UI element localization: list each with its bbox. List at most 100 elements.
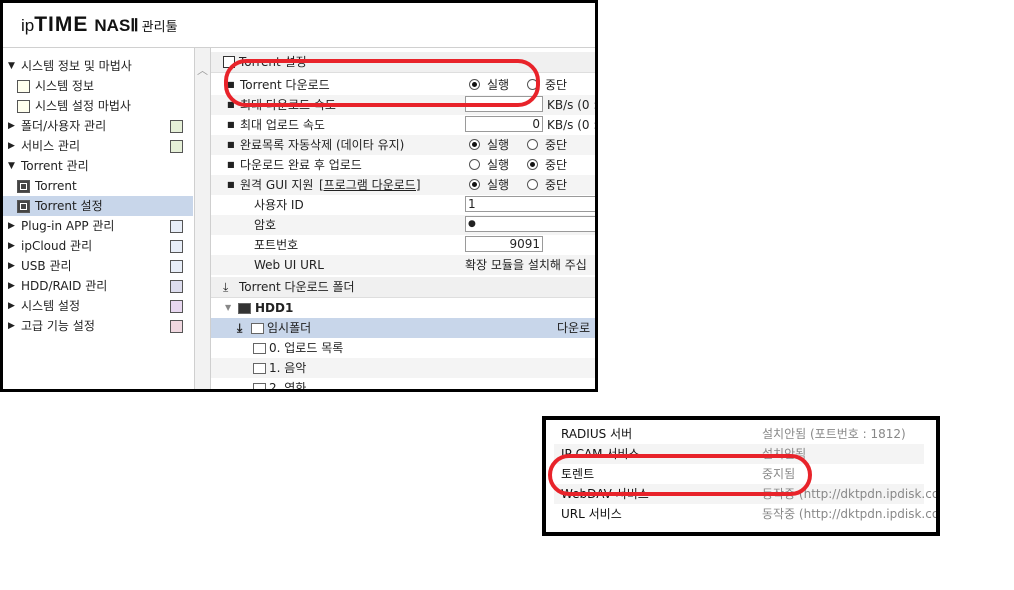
radio-stop[interactable] bbox=[527, 139, 538, 150]
row-label: 다운로드 완료 후 업로드 bbox=[240, 158, 362, 172]
torrent-icon bbox=[17, 180, 30, 193]
row-label: 최대 업로드 속도 bbox=[240, 118, 325, 132]
sidebar-item-advanced[interactable]: ▶ 고급 기능 설정 bbox=[3, 316, 193, 336]
user-id-input[interactable]: 1 bbox=[465, 196, 595, 212]
radio-stop-label: 중단 bbox=[545, 178, 568, 192]
annotation-highlight bbox=[548, 454, 812, 496]
sidebar-item-label: 시스템 설정 bbox=[21, 299, 81, 313]
unit-label: KB/s (0 : bbox=[547, 98, 595, 112]
expand-triangle-icon: ▶ bbox=[8, 141, 15, 151]
password-input[interactable]: ● bbox=[465, 216, 595, 232]
sidebar-item-label: HDD/RAID 관리 bbox=[21, 279, 108, 293]
download-icon: ⤓ bbox=[223, 280, 229, 294]
temp-folder-row[interactable]: ⤓ 임시폴더 다운로 bbox=[211, 318, 595, 338]
expand-triangle-icon: ▶ bbox=[8, 281, 15, 291]
folder-row[interactable]: 1. 음악 bbox=[211, 358, 595, 378]
sidebar-item-folder-user[interactable]: ▶ 폴더/사용자 관리 bbox=[3, 116, 193, 136]
radio-run[interactable] bbox=[469, 139, 480, 150]
auto-delete-row: ■ 완료목록 자동삭제 (데이타 유지) 실행 중단 bbox=[211, 135, 595, 155]
password-row: 암호 ● bbox=[211, 215, 595, 235]
radio-run[interactable] bbox=[469, 179, 480, 190]
unit-label: KB/s (0 : bbox=[547, 118, 595, 132]
scroll-up-icon[interactable]: ︿ bbox=[196, 62, 209, 77]
max-upload-speed-row: ■ 최대 업로드 속도 0 KB/s (0 : bbox=[211, 115, 595, 135]
sidebar-item-label: 시스템 정보 bbox=[35, 79, 95, 93]
folder-label: 0. 업로드 목록 bbox=[269, 341, 344, 355]
expand-triangle-icon: ▶ bbox=[8, 121, 15, 131]
service-status-panel: RADIUS 서버 설치안됨 (포트번호 : 1812) IP CAM 서비스 … bbox=[542, 416, 940, 536]
header: ip TIME NASⅡ 관리툴 bbox=[3, 3, 595, 48]
row-label: 원격 GUI 지원 bbox=[240, 178, 314, 192]
radio-run-label: 실행 bbox=[487, 158, 510, 172]
sidebar-item-label: Torrent 설정 bbox=[35, 199, 103, 213]
sidebar-item-label: USB 관리 bbox=[21, 259, 72, 273]
service-name: RADIUS 서버 bbox=[561, 427, 633, 441]
sidebar-item-plugin-app[interactable]: ▶ Plug-in APP 관리 bbox=[3, 216, 193, 236]
sidebar-item-usb[interactable]: ▶ USB 관리 bbox=[3, 256, 193, 276]
folder-icon bbox=[253, 363, 266, 374]
folder-label: 임시폴더 bbox=[267, 321, 312, 335]
sidebar-item-label: Plug-in APP 관리 bbox=[21, 219, 115, 233]
settings-icon bbox=[170, 300, 183, 313]
sidebar-scrollbar[interactable]: ︿ bbox=[195, 48, 211, 389]
collapse-triangle-icon: ▼ bbox=[225, 303, 232, 312]
expand-triangle-icon: ▶ bbox=[8, 321, 15, 331]
remote-gui-row: ■ 원격 GUI 지원 [프로그램 다운로드] 실행 중단 bbox=[211, 175, 595, 195]
expand-triangle-icon: ▶ bbox=[8, 241, 15, 251]
max-upload-speed-input[interactable]: 0 bbox=[465, 116, 543, 132]
webui-row: Web UI URL 확장 모듈을 설치해 주십 bbox=[211, 255, 595, 275]
port-input[interactable]: 9091 bbox=[465, 236, 543, 252]
sidebar-item-label: 폴더/사용자 관리 bbox=[21, 119, 107, 133]
section-title: Torrent 다운로드 폴더 bbox=[239, 280, 355, 294]
sidebar-item-torrent-settings[interactable]: Torrent 설정 bbox=[3, 196, 193, 216]
download-icon: ⤓ bbox=[237, 321, 243, 335]
folder-row[interactable]: 2. 영화 bbox=[211, 378, 595, 389]
expand-triangle-icon: ▶ bbox=[8, 301, 15, 311]
chart-icon bbox=[17, 80, 30, 93]
folder-user-icon bbox=[170, 120, 183, 133]
sidebar-item-label: 시스템 설정 마법사 bbox=[35, 99, 131, 113]
sidebar-item-torrent-mgmt[interactable]: ▼ Torrent 관리 bbox=[3, 156, 193, 176]
radio-run[interactable] bbox=[469, 159, 480, 170]
logo-nas: NASⅡ bbox=[94, 16, 139, 35]
logo-ip: ip bbox=[21, 16, 35, 35]
sidebar-item-setup-wizard[interactable]: 시스템 설정 마법사 bbox=[3, 96, 193, 116]
sidebar: ▼ 시스템 정보 및 마법사 시스템 정보 시스템 설정 마법사 ▶ 폴더/사용… bbox=[3, 48, 195, 389]
section-header-download-folder: ⤓ Torrent 다운로드 폴더 bbox=[211, 277, 595, 298]
expand-triangle-icon: ▶ bbox=[8, 221, 15, 231]
disk-row[interactable]: ▼ HDD1 bbox=[211, 298, 595, 318]
row-label: 사용자 ID bbox=[254, 198, 304, 212]
sidebar-item-system-info[interactable]: 시스템 정보 bbox=[3, 76, 193, 96]
iptime-logo: ip TIME NASⅡ 관리툴 bbox=[21, 13, 178, 39]
service-status: 동작중 (http://dktpdn.ipdisk.co bbox=[762, 507, 940, 521]
webui-value: 확장 모듈을 설치해 주십 bbox=[465, 258, 587, 272]
service-status: 설치안됨 (포트번호 : 1812) bbox=[762, 427, 906, 441]
sidebar-item-ipcloud[interactable]: ▶ ipCloud 관리 bbox=[3, 236, 193, 256]
sidebar-item-label: 시스템 정보 및 마법사 bbox=[21, 59, 132, 73]
radio-stop-label: 중단 bbox=[545, 78, 568, 92]
cloud-icon bbox=[170, 240, 183, 253]
radio-stop[interactable] bbox=[527, 159, 538, 170]
torrent-icon bbox=[17, 200, 30, 213]
sidebar-item-torrent[interactable]: Torrent bbox=[3, 176, 193, 196]
radio-run-label: 실행 bbox=[487, 138, 510, 152]
row-label: 암호 bbox=[254, 218, 277, 232]
hdd-icon bbox=[170, 280, 183, 293]
sidebar-item-system-info-wizard[interactable]: ▼ 시스템 정보 및 마법사 bbox=[3, 56, 193, 76]
sidebar-item-label: Torrent 관리 bbox=[21, 159, 89, 173]
upload-after-download-row: ■ 다운로드 완료 후 업로드 실행 중단 bbox=[211, 155, 595, 175]
program-download-link[interactable]: [프로그램 다운로드] bbox=[319, 175, 421, 195]
sidebar-item-hdd-raid[interactable]: ▶ HDD/RAID 관리 bbox=[3, 276, 193, 296]
radio-stop[interactable] bbox=[527, 179, 538, 190]
sidebar-item-label: 고급 기능 설정 bbox=[21, 319, 95, 333]
service-row-url: URL 서비스 동작중 (http://dktpdn.ipdisk.co bbox=[554, 504, 936, 524]
folder-icon bbox=[251, 323, 264, 334]
chart-icon bbox=[17, 100, 30, 113]
folder-icon bbox=[253, 383, 266, 389]
logo-time: TIME bbox=[34, 13, 89, 36]
folder-row[interactable]: 0. 업로드 목록 bbox=[211, 338, 595, 358]
radio-stop-label: 중단 bbox=[545, 158, 568, 172]
sidebar-item-system-settings[interactable]: ▶ 시스템 설정 bbox=[3, 296, 193, 316]
sidebar-item-service[interactable]: ▶ 서비스 관리 bbox=[3, 136, 193, 156]
disk-label: HDD1 bbox=[255, 301, 294, 315]
